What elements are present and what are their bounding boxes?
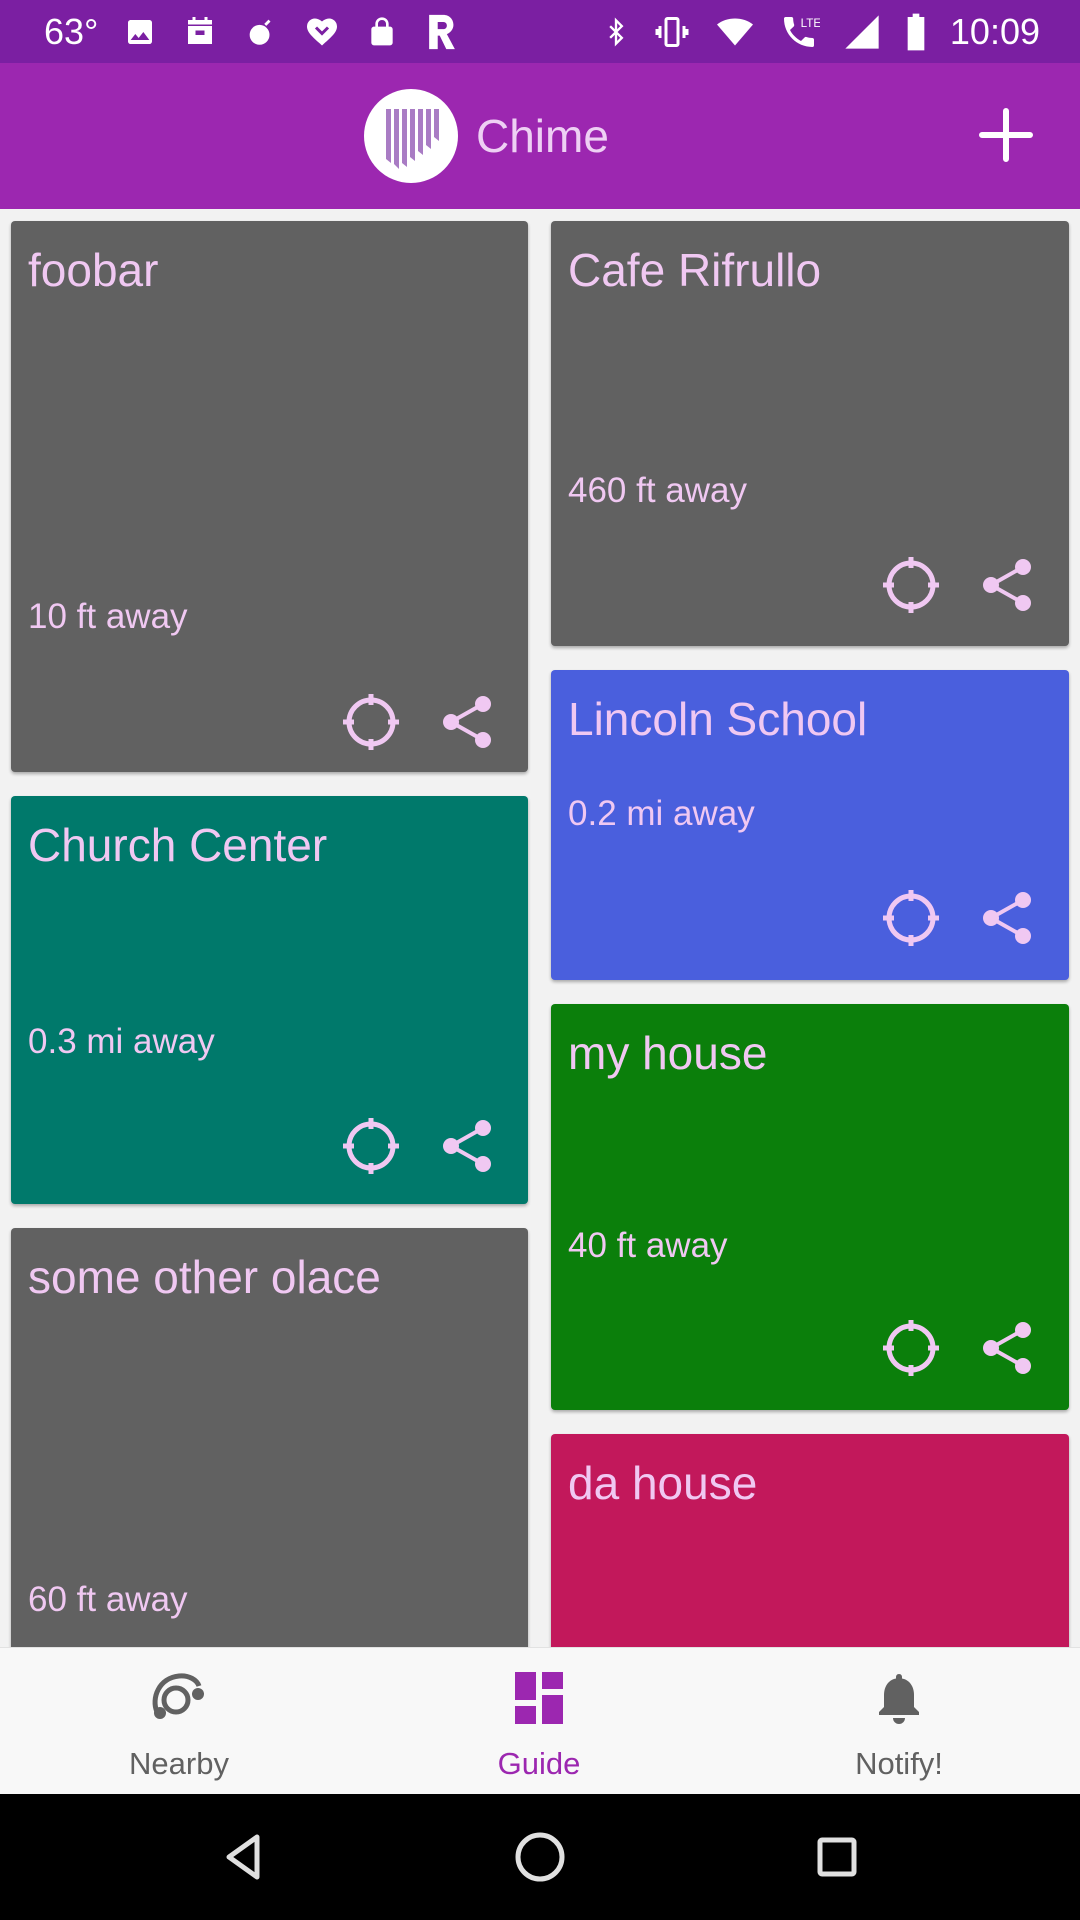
place-card[interactable]: Cafe Rifrullo 460 ft away bbox=[551, 221, 1069, 646]
bluetooth-icon bbox=[602, 14, 630, 50]
place-card[interactable]: my house 40 ft away bbox=[551, 1004, 1069, 1410]
home-icon[interactable] bbox=[510, 1827, 570, 1887]
image-icon bbox=[124, 16, 156, 48]
vibrate-icon bbox=[652, 14, 692, 50]
place-name: da house bbox=[568, 1457, 758, 1509]
place-name: some other olace bbox=[28, 1251, 381, 1303]
signal-icon bbox=[842, 12, 882, 52]
share-icon[interactable] bbox=[977, 555, 1037, 615]
bell-icon bbox=[869, 1668, 929, 1728]
heart-app-icon bbox=[304, 14, 340, 50]
places-grid[interactable]: foobar 10 ft away Church Center 0.3 mi a… bbox=[0, 209, 1080, 1647]
share-icon[interactable] bbox=[977, 1318, 1037, 1378]
lte-text: LTE bbox=[801, 17, 820, 30]
nav-label: Notify! bbox=[855, 1746, 943, 1781]
dashboard-icon bbox=[509, 1668, 569, 1728]
clock-text: 10:09 bbox=[949, 10, 1040, 52]
bomb-icon bbox=[244, 15, 278, 49]
status-bar: 63° LTE 10:09 bbox=[0, 0, 1080, 63]
locate-icon[interactable] bbox=[881, 555, 941, 615]
bottom-navigation: Nearby Guide Notify! bbox=[0, 1647, 1080, 1795]
nav-item-guide[interactable]: Guide bbox=[419, 1648, 659, 1795]
place-card[interactable]: Lincoln School 0.2 mi away bbox=[551, 670, 1069, 980]
share-icon[interactable] bbox=[977, 888, 1037, 948]
locate-icon[interactable] bbox=[341, 692, 401, 752]
call-lte-icon: LTE bbox=[778, 12, 820, 52]
place-name: Cafe Rifrullo bbox=[568, 244, 822, 296]
nav-item-nearby[interactable]: Nearby bbox=[59, 1648, 299, 1795]
battery-icon bbox=[904, 12, 928, 52]
place-name: Church Center bbox=[28, 819, 328, 871]
app-bar: Chime bbox=[0, 63, 1080, 209]
place-card[interactable]: Church Center 0.3 mi away bbox=[11, 796, 528, 1204]
nav-label: Guide bbox=[497, 1746, 581, 1781]
calendar-icon bbox=[182, 14, 218, 50]
nearby-icon bbox=[149, 1668, 209, 1728]
nav-label: Nearby bbox=[129, 1746, 229, 1781]
place-name: foobar bbox=[28, 244, 159, 296]
place-card[interactable]: foobar 10 ft away bbox=[11, 221, 528, 772]
share-icon[interactable] bbox=[437, 1116, 497, 1176]
place-distance: 460 ft away bbox=[568, 471, 747, 510]
plus-icon bbox=[979, 108, 1033, 162]
app-title: Chime bbox=[476, 110, 609, 162]
system-navigation-bar bbox=[0, 1794, 1080, 1920]
chime-logo-icon bbox=[364, 89, 458, 183]
wifi-icon bbox=[714, 14, 756, 50]
place-distance: 40 ft away bbox=[568, 1226, 728, 1265]
place-card[interactable]: da house bbox=[551, 1434, 1069, 1647]
share-icon[interactable] bbox=[437, 692, 497, 752]
place-distance: 0.3 mi away bbox=[28, 1022, 215, 1061]
place-distance: 0.2 mi away bbox=[568, 794, 755, 833]
nav-item-notify[interactable]: Notify! bbox=[779, 1648, 1019, 1795]
lock-icon bbox=[366, 15, 398, 49]
locate-icon[interactable] bbox=[341, 1116, 401, 1176]
temperature-text: 63° bbox=[44, 10, 99, 52]
r-app-icon bbox=[424, 12, 460, 52]
add-place-button[interactable] bbox=[976, 105, 1036, 165]
back-icon[interactable] bbox=[213, 1827, 273, 1887]
place-name: Lincoln School bbox=[568, 693, 868, 745]
place-card[interactable]: some other olace 60 ft away bbox=[11, 1228, 528, 1647]
recents-icon[interactable] bbox=[807, 1827, 867, 1887]
place-name: my house bbox=[568, 1027, 768, 1079]
place-distance: 60 ft away bbox=[28, 1580, 188, 1619]
locate-icon[interactable] bbox=[881, 888, 941, 948]
place-distance: 10 ft away bbox=[28, 597, 188, 636]
locate-icon[interactable] bbox=[881, 1318, 941, 1378]
